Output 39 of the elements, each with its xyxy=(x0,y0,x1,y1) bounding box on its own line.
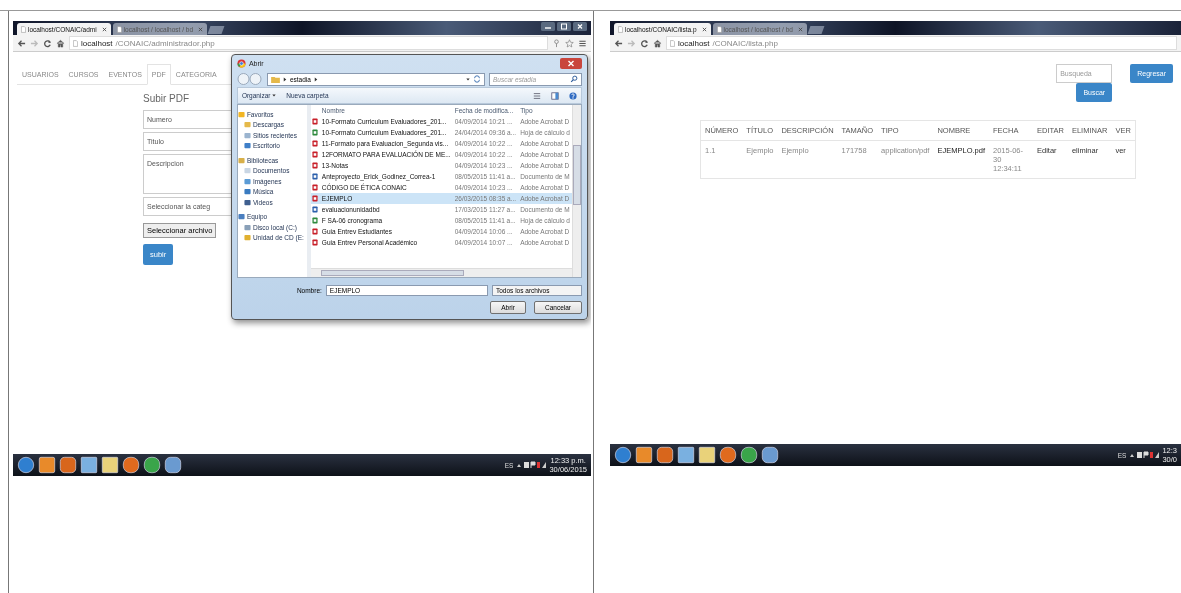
refresh-icon[interactable] xyxy=(473,75,481,83)
horizontal-scrollbar[interactable] xyxy=(310,268,572,277)
page-icon xyxy=(21,25,26,33)
reload-icon[interactable] xyxy=(640,38,649,48)
vertical-scrollbar[interactable] xyxy=(572,105,581,277)
home-icon[interactable] xyxy=(56,38,65,48)
page-icon xyxy=(73,39,78,47)
form-heading: Subir PDF xyxy=(143,93,190,104)
caret-icon xyxy=(272,93,277,98)
close-icon[interactable] xyxy=(573,22,587,31)
new-tab-button[interactable] xyxy=(807,26,825,34)
tray-icons[interactable] xyxy=(1129,451,1160,459)
address-field[interactable]: localhost /CONAIC/administrador.php xyxy=(69,36,548,50)
chevron-icon xyxy=(313,76,318,82)
tray-icons[interactable] xyxy=(516,461,547,469)
menu-icon[interactable] xyxy=(578,38,587,48)
minimize-icon[interactable] xyxy=(541,22,555,31)
page-icon xyxy=(716,25,722,33)
search-icon xyxy=(570,75,578,83)
close-icon[interactable] xyxy=(797,26,803,32)
new-tab-button[interactable] xyxy=(207,26,225,34)
preview-pane-icon[interactable] xyxy=(551,91,559,100)
close-icon[interactable] xyxy=(560,57,582,69)
page-icon xyxy=(618,25,623,33)
close-icon[interactable] xyxy=(198,26,203,32)
close-icon[interactable] xyxy=(701,26,707,32)
key-icon[interactable] xyxy=(552,38,561,48)
view-list-icon[interactable] xyxy=(533,91,541,100)
close-icon[interactable] xyxy=(101,26,107,32)
maximize-icon[interactable] xyxy=(557,22,571,31)
back-arrow-icon[interactable] xyxy=(17,38,26,48)
page-icon xyxy=(116,25,122,33)
reload-icon[interactable] xyxy=(43,38,52,48)
back-arrow-icon[interactable] xyxy=(614,38,623,48)
help-icon[interactable] xyxy=(569,91,577,100)
address-field[interactable]: localhost /CONAIC/lista.php xyxy=(666,36,1177,50)
page-icon xyxy=(670,39,675,47)
chevron-icon xyxy=(282,76,287,82)
home-icon[interactable] xyxy=(653,38,662,48)
